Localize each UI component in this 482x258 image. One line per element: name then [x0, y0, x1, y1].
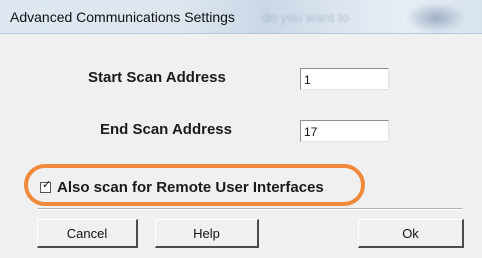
title-bar: Advanced Communications Settings do you … — [0, 0, 482, 34]
end-scan-address-label: End Scan Address — [100, 121, 232, 138]
ok-button[interactable]: Ok — [358, 219, 464, 248]
check-icon: ✓ — [42, 177, 52, 191]
remote-ui-scan-row[interactable]: ✓ Also scan for Remote User Interfaces — [40, 177, 324, 197]
start-scan-address-field[interactable]: 1 — [300, 68, 389, 90]
advanced-communications-settings-window: Advanced Communications Settings do you … — [0, 0, 482, 258]
end-scan-address-field[interactable]: 17 — [300, 120, 389, 142]
help-button[interactable]: Help — [155, 219, 259, 248]
cancel-button[interactable]: Cancel — [37, 219, 138, 248]
window-title: Advanced Communications Settings — [10, 9, 235, 25]
remote-ui-scan-checkbox[interactable]: ✓ — [40, 177, 52, 193]
start-scan-address-label: Start Scan Address — [88, 69, 226, 86]
remote-ui-scan-label: Also scan for Remote User Interfaces — [57, 178, 324, 196]
obscured-title-text: do you want to — [262, 10, 350, 25]
title-bar-blur — [408, 4, 464, 32]
button-separator — [38, 208, 463, 210]
